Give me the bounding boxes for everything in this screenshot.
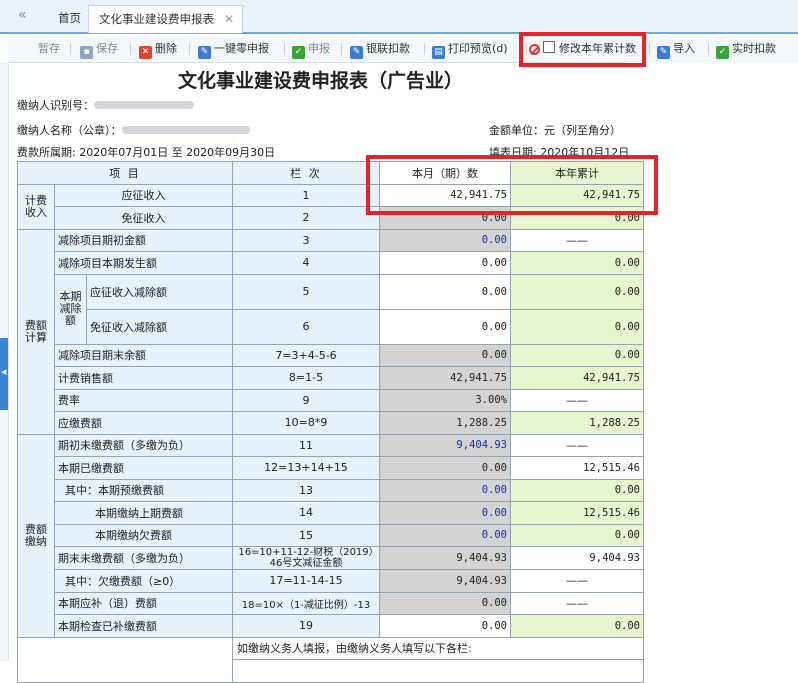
check-icon: ✓ xyxy=(716,46,729,59)
group-fee-income: 计费收入 xyxy=(17,183,55,230)
right-blank-area xyxy=(625,62,798,661)
toolbar: 暂存 ▪ 保存 ✕ 删除 ✎ 一键零申报 ✓ 申报 ✎ 银联扣款 ▤ 打印预览(d) 修改本… xyxy=(8,36,798,63)
fee-period: 费款所属期: 2020年07月01日 至 2020年09月30日 xyxy=(17,146,276,159)
table-row: 其中：欠缴费额（≥0） 17=11-14-15 9,404.93 —— xyxy=(18,569,644,593)
table-header-row: 项 目 栏 次 本月（期）数 本年累计 xyxy=(17,161,644,185)
taxpayer-id: 缴纳人识别号： xyxy=(17,97,194,113)
edit-cumulative-checkbox[interactable] xyxy=(543,41,555,53)
close-icon[interactable]: ✕ xyxy=(224,6,234,32)
row19-year[interactable]: 0.00 xyxy=(510,614,644,638)
footer-note: 如缴纳义务人填报，由缴纳义务人填写以下各栏: xyxy=(232,636,644,660)
header-col: 栏 次 xyxy=(232,161,380,185)
forbidden-icon xyxy=(529,44,540,55)
row4-year[interactable]: 0.00 xyxy=(510,251,644,275)
footer-row: 如缴纳义务人填报，由缴纳义务人填写以下各栏: xyxy=(17,636,644,660)
row4-current[interactable]: 0.00 xyxy=(379,251,511,275)
table-row: 本期检查已补缴费额 19 0.00 0.00 xyxy=(18,614,644,638)
table-row: 减除项目期末余额 7=3+4-5-6 0.00 0.00 xyxy=(18,343,644,367)
bank-deduct-button[interactable]: ✎ 银联扣款 xyxy=(350,40,410,59)
table-row: 费额计算 减除项目期初金额 3 0.00 —— xyxy=(17,228,644,435)
group-fee-payment: 费额缴纳 xyxy=(17,433,55,638)
row1-year[interactable]: 42,941.75 xyxy=(510,183,644,207)
edit-cumulative-toggle[interactable]: 修改本年累计数 xyxy=(529,40,636,58)
table-row: 费率 9 3.00% —— xyxy=(18,388,644,412)
edit-icon: ✎ xyxy=(198,46,211,59)
header-current: 本月（期）数 xyxy=(379,161,511,185)
table-row: 其中：本期预缴费额 13 0.00 0.00 xyxy=(18,478,644,502)
taxpayer-name: 缴纳人名称（公章）： xyxy=(17,122,250,138)
table-row: 本期缴纳上期费额 14 0.00 12,515.46 xyxy=(18,501,644,525)
row5-year[interactable]: 0.00 xyxy=(510,273,644,310)
import-icon: ✎ xyxy=(657,46,670,59)
save-button[interactable]: ▪ 保存 xyxy=(80,40,118,59)
row1-current[interactable]: 42,941.75 xyxy=(379,183,511,207)
delete-button[interactable]: ✕ 删除 xyxy=(139,40,177,59)
row6-current[interactable]: 0.00 xyxy=(379,308,511,345)
fill-date: 填表日期: 2020年10月12日 xyxy=(489,146,630,159)
printer-icon: ▤ xyxy=(432,46,445,59)
amount-unit: 金额单位：元（列至角分） xyxy=(489,124,621,137)
side-collapse-handle[interactable]: ◀ xyxy=(0,338,8,410)
check-icon: ✓ xyxy=(292,46,305,59)
table-row: 计费收入 应征收入 1 42,941.75 42,941.75 xyxy=(17,183,644,230)
save-draft-button[interactable]: 暂存 xyxy=(38,40,60,58)
table-row: 本期减除额 应征收入减除额 5 0.00 0.00 xyxy=(18,273,644,345)
row2-year[interactable]: 0.00 xyxy=(510,206,644,230)
declaration-table: 项 目 栏 次 本月（期）数 本年累计 计费收入 应征收入 1 42,941.7… xyxy=(17,161,644,683)
table-row: 本期应补（退）费额 18=10×（1-减征比例）-13 0.00 —— xyxy=(18,591,644,615)
tab-label: 文化事业建设费申报表 xyxy=(99,12,214,26)
table-row: 本期已缴费额 12=13+14+15 0.00 12,515.46 xyxy=(18,456,644,480)
row5-current[interactable]: 0.00 xyxy=(379,273,511,310)
tab-bar: « 首页 文化事业建设费申报表 ✕ xyxy=(0,0,798,34)
table-row: 免征收入减除额 6 0.00 0.00 xyxy=(18,308,644,345)
delete-icon: ✕ xyxy=(139,46,152,59)
header-item: 项 目 xyxy=(17,161,233,185)
masked-value xyxy=(121,126,250,134)
realtime-deduct-button[interactable]: ✓ 实时扣款 xyxy=(716,40,776,59)
table-row: 应缴费额 10=8*9 1,288.25 1,288.25 xyxy=(18,411,644,435)
table-row: 期末未缴费额（多缴为负） 16=10+11-12-财税（2019）46号文减征金… xyxy=(18,546,644,570)
bank-card-icon: ✎ xyxy=(350,46,363,59)
footer-row-2 xyxy=(17,659,644,683)
table-row: 免征收入 2 0.00 0.00 xyxy=(18,206,644,230)
table-row: 费额缴纳 期初未缴费额（多缴为负） 11 9,404.93 —— xyxy=(17,433,644,638)
header-year: 本年累计 xyxy=(510,161,644,185)
tab-culture-fee-form[interactable]: 文化事业建设费申报表 ✕ xyxy=(88,5,243,33)
row19-current[interactable]: 0.00 xyxy=(379,614,511,638)
print-preview-button[interactable]: ▤ 打印预览(d) xyxy=(432,40,508,59)
table-row: 本期缴纳欠费额 15 0.00 0.00 xyxy=(18,523,644,547)
table-row: 计费销售额 8=1-5 42,941.75 42,941.75 xyxy=(18,366,644,390)
masked-value xyxy=(94,101,194,109)
floppy-icon: ▪ xyxy=(80,46,93,59)
group-current-deduction: 本期减除额 xyxy=(54,273,87,345)
table-row: 减除项目本期发生额 4 0.00 0.00 xyxy=(18,251,644,275)
arrow-left-icon: ◀ xyxy=(1,368,7,376)
import-button[interactable]: ✎ 导入 xyxy=(657,40,695,59)
group-fee-calc: 费额计算 xyxy=(17,228,55,435)
collapse-tabs-icon[interactable]: « xyxy=(18,7,27,23)
tab-home[interactable]: 首页 xyxy=(48,5,91,32)
zero-declare-button[interactable]: ✎ 一键零申报 xyxy=(198,40,269,59)
row6-year[interactable]: 0.00 xyxy=(510,308,644,345)
declare-button[interactable]: ✓ 申报 xyxy=(292,40,330,59)
form-title: 文化事业建设费申报表（广告业） xyxy=(177,70,463,92)
